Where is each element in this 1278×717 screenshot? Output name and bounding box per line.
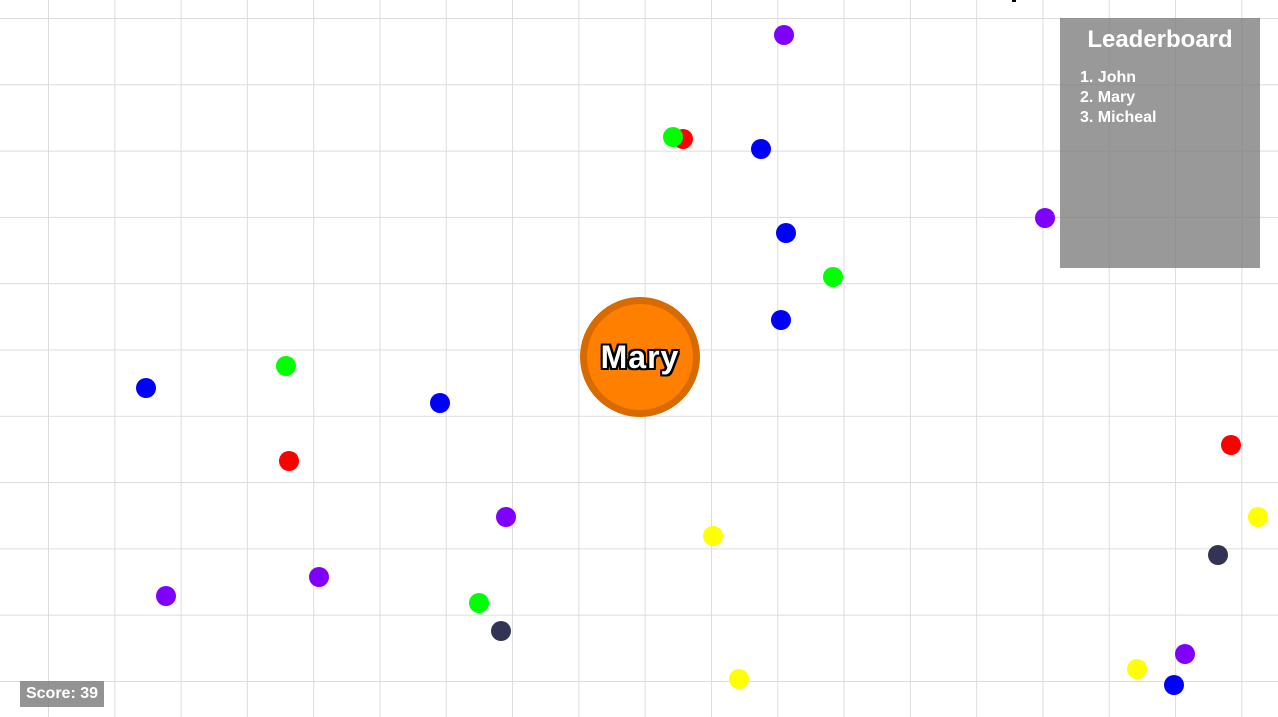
food-pellet-red <box>279 451 299 471</box>
food-pellet-green <box>823 267 843 287</box>
food-pellet-blue <box>1164 675 1184 695</box>
leaderboard-list: 1. John 2. Mary 3. Micheal <box>1080 68 1240 128</box>
leaderboard-entry: 3. Micheal <box>1080 109 1157 126</box>
food-pellet-green <box>276 356 296 376</box>
food-pellet-purple <box>156 586 176 606</box>
food-pellet-yellow <box>1127 659 1147 679</box>
food-pellet-yellow <box>729 669 749 689</box>
food-pellet-dark <box>1208 545 1228 565</box>
food-pellet-blue <box>771 310 791 330</box>
score-display: Score: 39 <box>20 681 104 707</box>
food-pellet-purple <box>1035 208 1055 228</box>
leaderboard-entry: 2. Mary <box>1080 89 1136 106</box>
food-pellet-green <box>469 593 489 613</box>
food-pellet-blue <box>430 393 450 413</box>
food-pellet-blue <box>136 378 156 398</box>
game-arena[interactable]: Mary Leaderboard 1. John 2. Mary 3. Mich… <box>0 0 1278 717</box>
cursor-marker <box>1012 0 1016 2</box>
food-pellet-purple <box>496 507 516 527</box>
player-name: Mary <box>600 338 680 375</box>
leaderboard-title: Leaderboard <box>1087 26 1233 53</box>
food-pellet-yellow <box>703 526 723 546</box>
food-pellet-purple <box>1175 644 1195 664</box>
food-pellet-purple <box>774 25 794 45</box>
leaderboard-entry: 1. John <box>1080 69 1137 86</box>
food-pellet-blue <box>776 223 796 243</box>
food-pellet-red <box>1221 435 1241 455</box>
food-pellet-blue <box>751 139 771 159</box>
player-cell[interactable]: Mary <box>580 297 700 417</box>
leaderboard-panel: Leaderboard 1. John 2. Mary 3. Micheal <box>1060 18 1260 268</box>
food-pellet-yellow <box>1248 507 1268 527</box>
food-pellet-dark <box>491 621 511 641</box>
food-pellet-green <box>663 127 683 147</box>
food-pellet-purple <box>309 567 329 587</box>
